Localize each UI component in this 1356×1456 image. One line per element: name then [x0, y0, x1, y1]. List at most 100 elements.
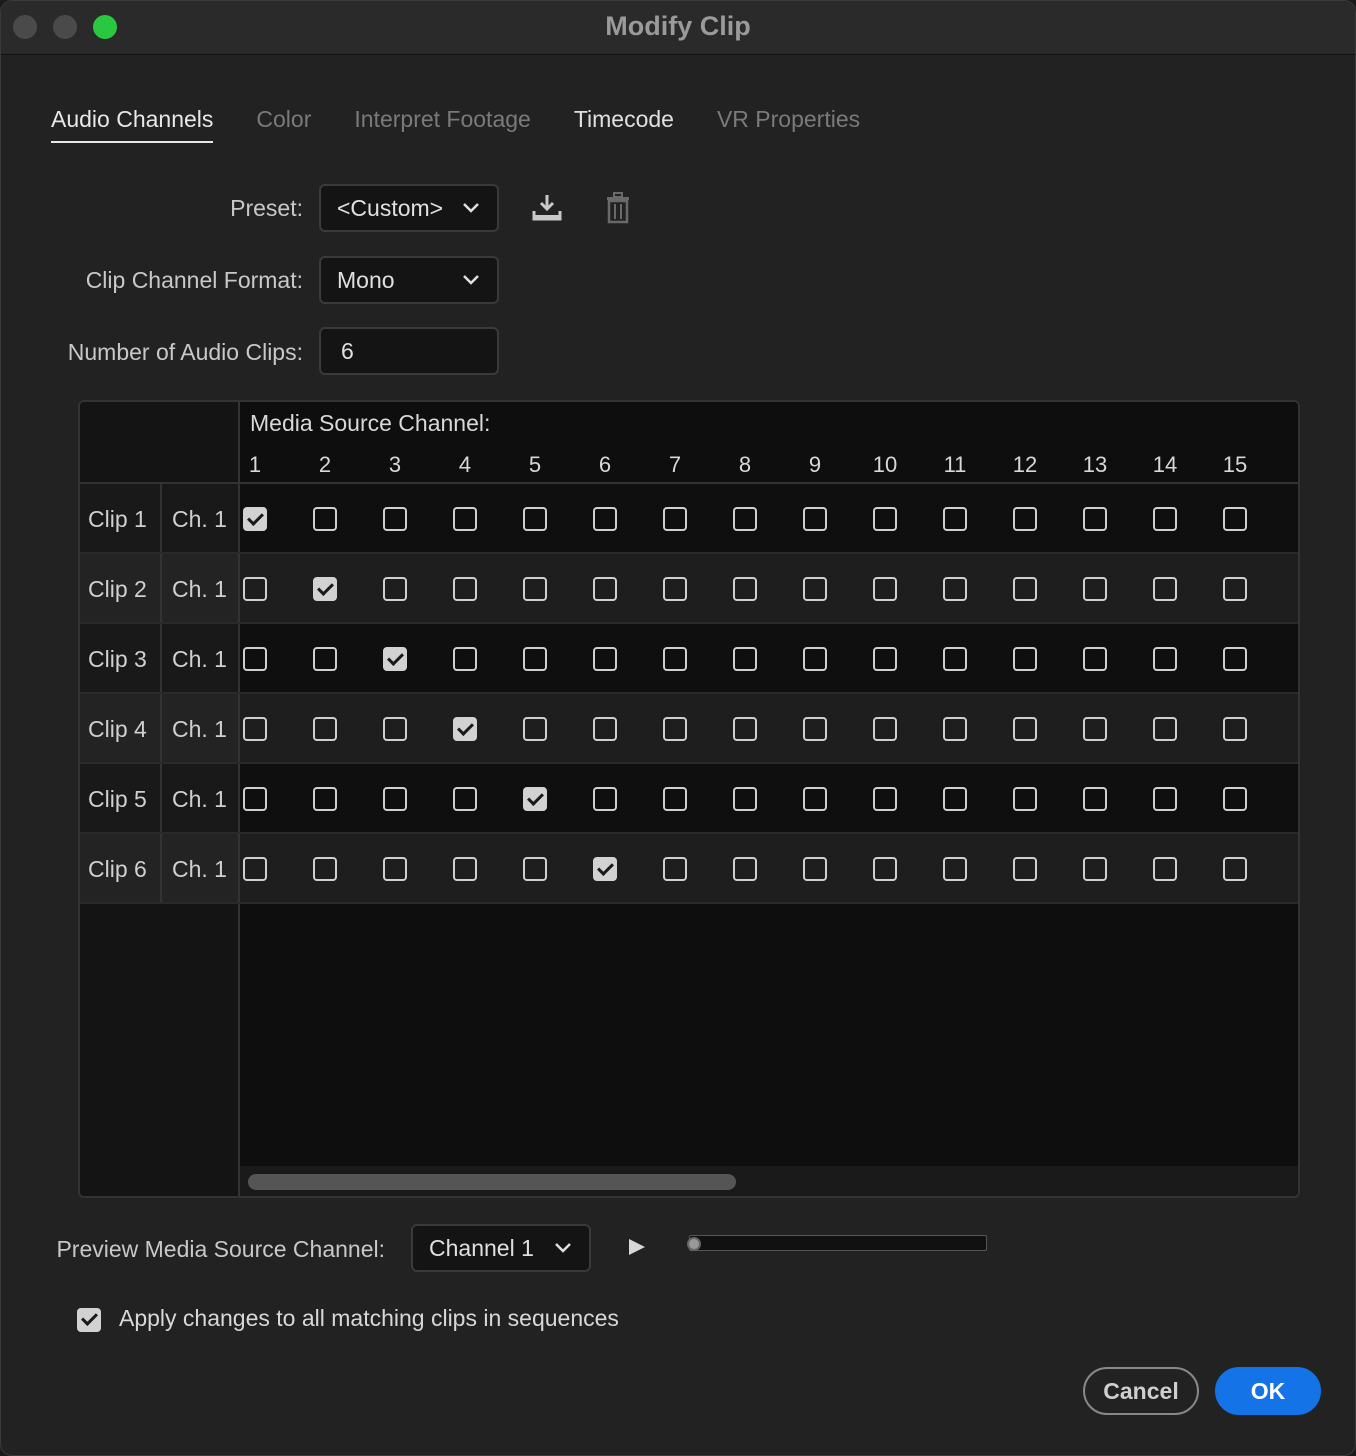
channel-checkbox[interactable] — [733, 787, 757, 811]
channel-checkbox[interactable] — [243, 717, 267, 741]
channel-checkbox[interactable] — [523, 717, 547, 741]
channel-checkbox[interactable] — [803, 577, 827, 601]
trash-icon[interactable] — [600, 190, 636, 226]
preview-progress-knob[interactable] — [687, 1237, 701, 1251]
channel-checkbox[interactable] — [383, 787, 407, 811]
channel-checkbox[interactable] — [313, 787, 337, 811]
tab-vr-properties[interactable]: VR Properties — [717, 101, 860, 143]
channel-checkbox[interactable] — [523, 857, 547, 881]
channel-checkbox[interactable] — [803, 717, 827, 741]
channel-checkbox[interactable] — [383, 647, 407, 671]
preview-progress-track[interactable] — [689, 1235, 987, 1251]
channel-checkbox[interactable] — [243, 507, 267, 531]
clip-channel-format-dropdown[interactable]: Mono — [319, 256, 499, 304]
channel-checkbox[interactable] — [1153, 717, 1177, 741]
channel-checkbox[interactable] — [1223, 577, 1247, 601]
channel-checkbox[interactable] — [1223, 507, 1247, 531]
channel-checkbox[interactable] — [593, 717, 617, 741]
tab-audio-channels[interactable]: Audio Channels — [51, 101, 214, 143]
channel-checkbox[interactable] — [593, 577, 617, 601]
channel-checkbox[interactable] — [453, 717, 477, 741]
channel-checkbox[interactable] — [1013, 857, 1037, 881]
channel-checkbox[interactable] — [1083, 717, 1107, 741]
channel-checkbox[interactable] — [943, 577, 967, 601]
channel-checkbox[interactable] — [663, 647, 687, 671]
channel-checkbox[interactable] — [943, 857, 967, 881]
channel-checkbox[interactable] — [733, 507, 757, 531]
channel-checkbox[interactable] — [733, 647, 757, 671]
channel-checkbox[interactable] — [313, 507, 337, 531]
channel-checkbox[interactable] — [593, 507, 617, 531]
channel-checkbox[interactable] — [1153, 507, 1177, 531]
channel-checkbox[interactable] — [873, 857, 897, 881]
channel-checkbox[interactable] — [803, 647, 827, 671]
channel-checkbox[interactable] — [1083, 787, 1107, 811]
channel-checkbox[interactable] — [593, 787, 617, 811]
channel-checkbox[interactable] — [453, 507, 477, 531]
channel-checkbox[interactable] — [523, 787, 547, 811]
channel-checkbox[interactable] — [1153, 787, 1177, 811]
channel-checkbox[interactable] — [1083, 507, 1107, 531]
channel-checkbox[interactable] — [1083, 857, 1107, 881]
scrollbar-thumb[interactable] — [248, 1174, 736, 1190]
channel-checkbox[interactable] — [593, 857, 617, 881]
channel-checkbox[interactable] — [453, 647, 477, 671]
channel-checkbox[interactable] — [313, 717, 337, 741]
channel-checkbox[interactable] — [313, 857, 337, 881]
channel-checkbox[interactable] — [943, 507, 967, 531]
channel-checkbox[interactable] — [243, 577, 267, 601]
channel-checkbox[interactable] — [453, 787, 477, 811]
play-icon[interactable] — [625, 1233, 649, 1261]
channel-checkbox[interactable] — [313, 647, 337, 671]
num-audio-clips-input[interactable]: 6 — [319, 327, 499, 375]
channel-checkbox[interactable] — [733, 857, 757, 881]
channel-checkbox[interactable] — [243, 787, 267, 811]
channel-checkbox[interactable] — [1083, 647, 1107, 671]
channel-checkbox[interactable] — [523, 577, 547, 601]
horizontal-scrollbar[interactable] — [240, 1166, 1298, 1196]
channel-checkbox[interactable] — [803, 857, 827, 881]
channel-checkbox[interactable] — [383, 507, 407, 531]
channel-checkbox[interactable] — [453, 857, 477, 881]
cancel-button[interactable]: Cancel — [1083, 1367, 1199, 1415]
channel-checkbox[interactable] — [873, 647, 897, 671]
channel-checkbox[interactable] — [663, 577, 687, 601]
channel-checkbox[interactable] — [383, 717, 407, 741]
channel-checkbox[interactable] — [1013, 717, 1037, 741]
ok-button[interactable]: OK — [1215, 1367, 1321, 1415]
channel-checkbox[interactable] — [803, 787, 827, 811]
channel-checkbox[interactable] — [1153, 577, 1177, 601]
channel-checkbox[interactable] — [1013, 787, 1037, 811]
channel-checkbox[interactable] — [733, 577, 757, 601]
tab-color[interactable]: Color — [256, 101, 311, 143]
channel-checkbox[interactable] — [523, 507, 547, 531]
channel-checkbox[interactable] — [943, 647, 967, 671]
channel-checkbox[interactable] — [593, 647, 617, 671]
channel-checkbox[interactable] — [663, 857, 687, 881]
channel-checkbox[interactable] — [453, 577, 477, 601]
save-preset-icon[interactable] — [529, 190, 565, 226]
preview-channel-dropdown[interactable]: Channel 1 — [411, 1224, 591, 1272]
tab-interpret-footage[interactable]: Interpret Footage — [354, 101, 530, 143]
channel-checkbox[interactable] — [243, 647, 267, 671]
channel-checkbox[interactable] — [383, 577, 407, 601]
channel-checkbox[interactable] — [873, 577, 897, 601]
channel-checkbox[interactable] — [383, 857, 407, 881]
channel-checkbox[interactable] — [1223, 647, 1247, 671]
channel-checkbox[interactable] — [733, 717, 757, 741]
channel-checkbox[interactable] — [873, 717, 897, 741]
channel-checkbox[interactable] — [1013, 647, 1037, 671]
channel-checkbox[interactable] — [1153, 647, 1177, 671]
channel-checkbox[interactable] — [663, 507, 687, 531]
channel-checkbox[interactable] — [1223, 787, 1247, 811]
channel-checkbox[interactable] — [943, 717, 967, 741]
channel-checkbox[interactable] — [1083, 577, 1107, 601]
channel-checkbox[interactable] — [1223, 857, 1247, 881]
channel-checkbox[interactable] — [873, 507, 897, 531]
channel-checkbox[interactable] — [873, 787, 897, 811]
channel-checkbox[interactable] — [523, 647, 547, 671]
channel-checkbox[interactable] — [803, 507, 827, 531]
channel-checkbox[interactable] — [943, 787, 967, 811]
channel-checkbox[interactable] — [1153, 857, 1177, 881]
channel-checkbox[interactable] — [663, 717, 687, 741]
